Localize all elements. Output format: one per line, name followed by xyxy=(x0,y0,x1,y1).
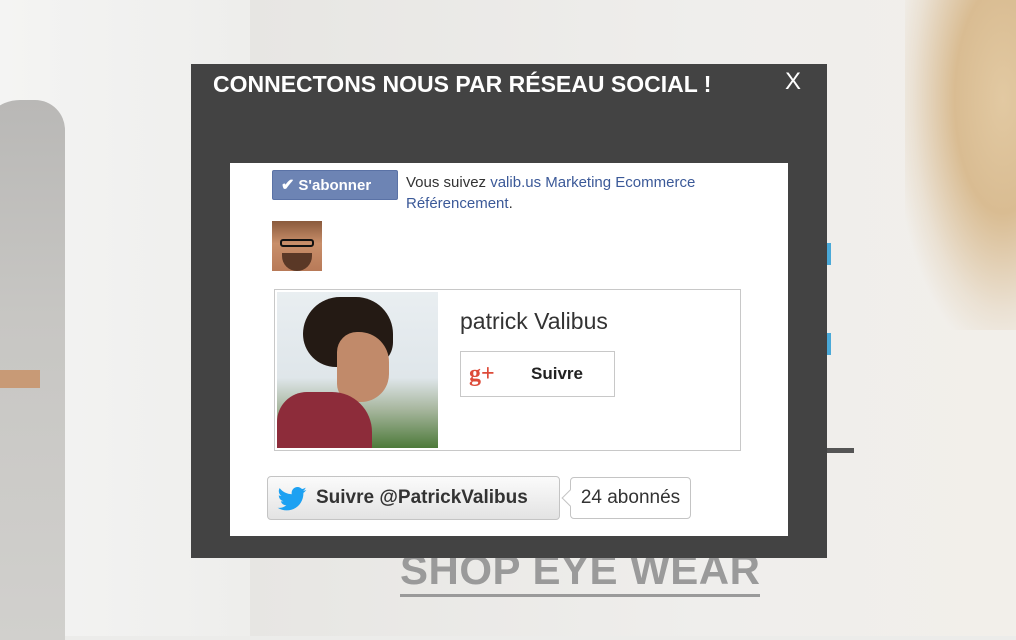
modal-title: CONNECTONS NOUS PAR RÉSEAU SOCIAL ! xyxy=(213,71,712,97)
avatar-beard xyxy=(282,253,312,271)
photo-shirt xyxy=(277,392,372,448)
background-divider xyxy=(826,448,854,453)
facebook-subscribe-label: S'abonner xyxy=(298,177,372,194)
google-plus-follow-button[interactable]: g+ Suivre xyxy=(460,351,615,397)
google-plus-card: patrick Valibus g+ Suivre xyxy=(274,289,741,451)
check-icon: ✔ xyxy=(281,177,295,194)
google-plus-profile-photo[interactable] xyxy=(277,292,438,448)
facebook-subscribe-button[interactable]: ✔ S'abonner xyxy=(272,170,398,200)
facebook-avatar[interactable] xyxy=(272,221,322,271)
close-button[interactable]: X xyxy=(781,68,805,96)
twitter-follow-button[interactable]: Suivre @PatrickValibus xyxy=(267,476,560,520)
facebook-follow-text: Vous suivez valib.us Marketing Ecommerce… xyxy=(406,172,766,214)
google-plus-icon: g+ xyxy=(469,361,495,387)
twitter-bird-icon xyxy=(277,487,307,511)
avatar-glasses xyxy=(280,239,314,247)
facebook-follow-suffix: . xyxy=(508,195,513,212)
twitter-followers-count[interactable]: 24 abonnés xyxy=(570,477,691,519)
social-modal: CONNECTONS NOUS PAR RÉSEAU SOCIAL ! X ✔ S… xyxy=(191,64,827,558)
photo-face xyxy=(337,332,389,402)
facebook-follow-prefix: Vous suivez xyxy=(406,174,487,191)
google-plus-profile-name[interactable]: patrick Valibus xyxy=(460,308,608,335)
social-widgets-panel: ✔ S'abonner Vous suivez valib.us Marketin… xyxy=(230,163,788,536)
twitter-follow-label: Suivre @PatrickValibus xyxy=(316,487,528,508)
background-model-belt xyxy=(0,370,40,388)
google-plus-follow-label: Suivre xyxy=(531,364,583,383)
background-model-hair xyxy=(905,0,1016,330)
